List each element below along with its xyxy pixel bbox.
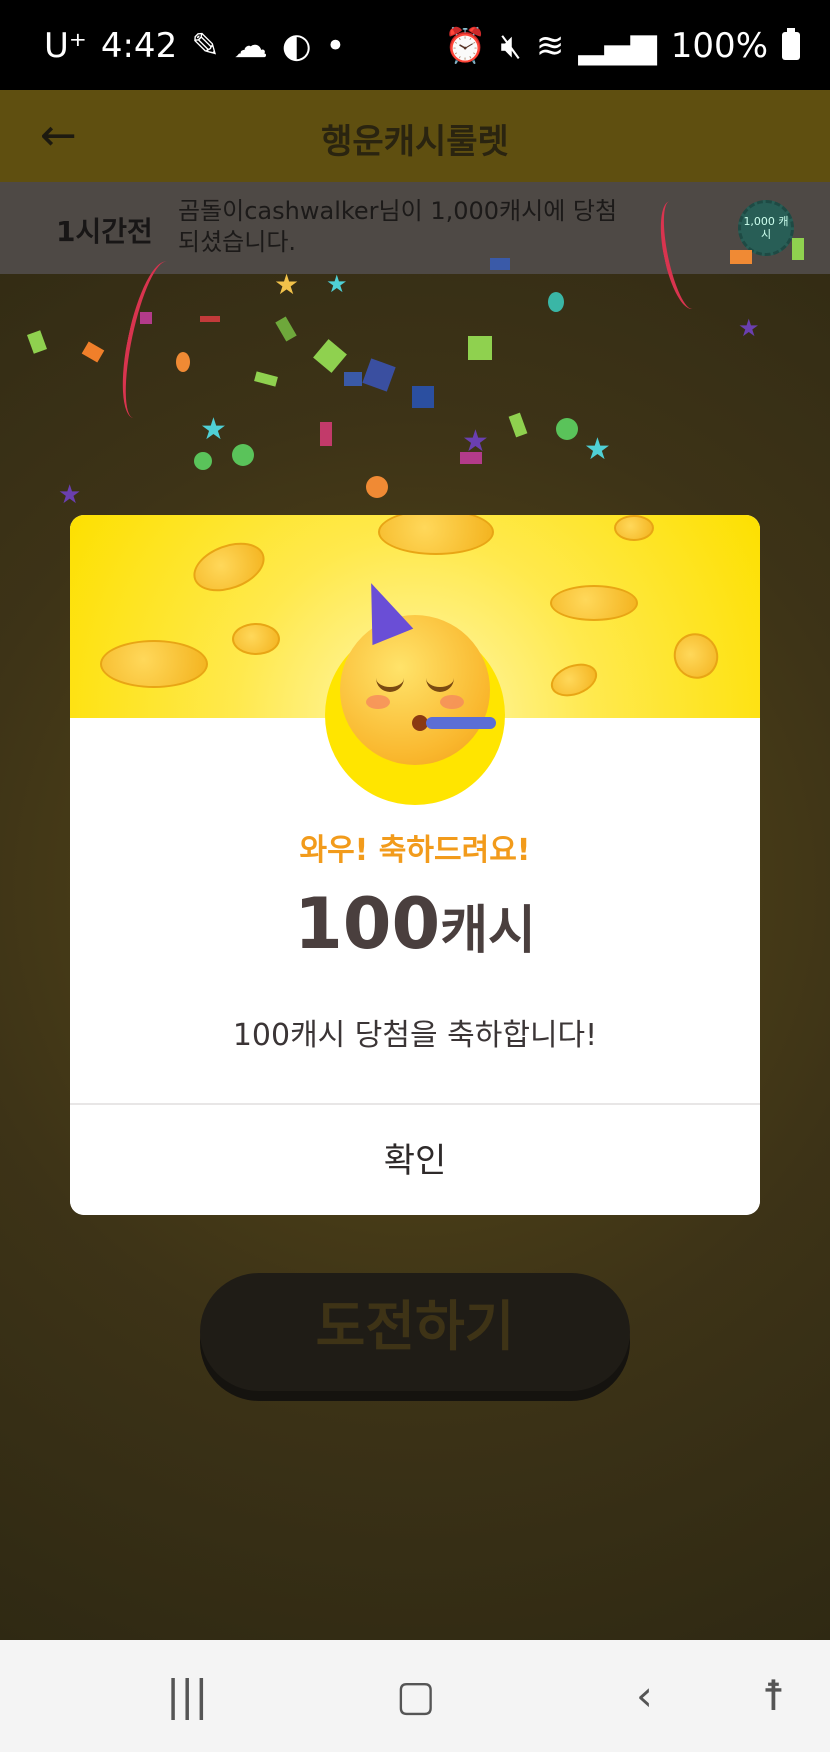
mute-icon: 🔇︎ xyxy=(500,26,522,66)
gold-coin-icon xyxy=(100,640,208,688)
emoji-cheek xyxy=(440,695,464,709)
confetti-piece xyxy=(344,372,362,386)
accessibility-icon[interactable]: ☨ xyxy=(762,1675,785,1717)
challenge-button[interactable]: 도전하기 xyxy=(200,1273,630,1391)
reward-amount-unit: 캐시 xyxy=(440,901,536,961)
status-right: ⏰ 🔇︎ ≋ ▂▄▆ 100% xyxy=(444,26,800,66)
confetti-piece xyxy=(176,352,190,372)
confetti-piece xyxy=(548,292,564,312)
status-bar: U⁺ 4:42 ✎ ☁ ◐ • ⏰ 🔇︎ ≋ ▂▄▆ 100% xyxy=(0,0,830,90)
confetti-piece xyxy=(412,386,434,408)
app-notification-icon: ◐ xyxy=(281,26,312,66)
emoji-eye xyxy=(376,677,404,692)
recent-apps-icon[interactable]: ||| xyxy=(166,1675,208,1717)
reward-description: 100캐시 당첨을 축하합니다! xyxy=(232,1018,598,1053)
clock: 4:42 xyxy=(100,26,178,66)
confetti-piece xyxy=(730,250,752,264)
confetti-piece xyxy=(556,418,578,440)
party-face-emoji-icon xyxy=(340,574,496,765)
reward-dialog: 와우! 축하드려요! 100캐시 100캐시 당첨을 축하합니다! 확인 xyxy=(70,515,760,1215)
confetti-piece xyxy=(792,238,804,260)
star-confetti-icon: ★ xyxy=(584,432,611,467)
emoji-cheek xyxy=(366,695,390,709)
gold-coin-icon xyxy=(546,657,602,703)
reward-amount-number: 100 xyxy=(294,883,441,965)
ticker-message: 곰돌이cashwalker님이 1,000캐시에 당첨되셨습니다. xyxy=(178,197,618,256)
more-notifications-dot-icon: • xyxy=(325,26,346,66)
gold-coin-icon xyxy=(665,625,727,687)
confetti-piece xyxy=(200,316,220,322)
back-icon[interactable]: ‹ xyxy=(636,1675,653,1717)
notification-icon: ✎ xyxy=(191,26,220,66)
gold-coin-icon xyxy=(550,585,638,621)
gold-coin-icon xyxy=(232,623,280,655)
signal-icon: ▂▄▆ xyxy=(578,26,657,66)
star-confetti-icon: ★ xyxy=(58,480,82,510)
star-confetti-icon: ★ xyxy=(326,270,348,298)
confetti-piece xyxy=(232,444,254,466)
system-nav-bar: ||| ▢ ‹ ☨ xyxy=(0,1640,830,1752)
confetti-piece xyxy=(490,258,510,270)
star-confetti-icon: ★ xyxy=(462,424,489,459)
emoji-eye xyxy=(426,677,454,692)
ticker-time: 1시간전 xyxy=(56,215,153,248)
battery-icon xyxy=(782,28,800,60)
star-confetti-icon: ★ xyxy=(274,268,300,301)
carrier-label: U⁺ xyxy=(44,26,87,66)
confetti-piece xyxy=(320,422,332,446)
status-left: U⁺ 4:42 ✎ ☁ ◐ • xyxy=(44,26,345,66)
confirm-button[interactable]: 확인 xyxy=(70,1105,760,1215)
home-icon[interactable]: ▢ xyxy=(396,1675,436,1717)
cash-coin-icon: 1,000 캐시 xyxy=(738,200,794,256)
reward-amount: 100캐시 xyxy=(70,883,760,965)
battery-percent: 100% xyxy=(670,26,768,66)
gold-coin-icon xyxy=(186,533,272,601)
star-confetti-icon: ★ xyxy=(738,314,760,342)
app-bar: ← 행운캐시룰렛 xyxy=(0,90,830,182)
gold-coin-icon xyxy=(614,515,654,541)
alarm-icon: ⏰ xyxy=(444,26,487,66)
congrats-heading: 와우! 축하드려요! xyxy=(299,833,531,868)
page-title: 행운캐시룰렛 xyxy=(321,122,509,162)
winner-ticker: 1시간전 곰돌이cashwalker님이 1,000캐시에 당첨되셨습니다. 1… xyxy=(0,182,830,274)
confetti-piece xyxy=(194,452,212,470)
confetti-piece xyxy=(468,336,492,360)
party-horn-icon xyxy=(426,717,496,729)
confetti-piece xyxy=(366,476,388,498)
wifi-icon: ≋ xyxy=(535,26,565,66)
gold-coin-icon xyxy=(378,515,494,555)
star-confetti-icon: ★ xyxy=(200,412,227,447)
cloud-icon: ☁ xyxy=(233,26,268,66)
